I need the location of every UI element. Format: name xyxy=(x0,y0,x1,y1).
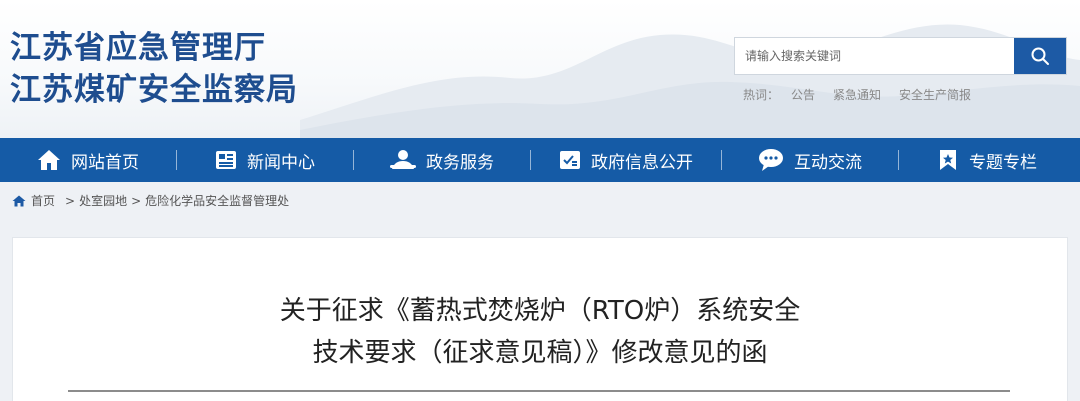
breadcrumb-separator: > xyxy=(65,193,76,208)
breadcrumb-home-link[interactable]: 首页 xyxy=(31,192,55,209)
search-bar xyxy=(734,37,1067,75)
hot-word-link[interactable]: 紧急通知 xyxy=(833,86,881,103)
hot-word-link[interactable]: 安全生产简报 xyxy=(899,86,971,103)
chat-icon xyxy=(759,149,783,171)
nav-item-interaction[interactable]: 互动交流 xyxy=(722,138,898,182)
nav-item-label: 新闻中心 xyxy=(247,152,315,173)
main-nav: 网站首页 新闻中心 政务服务 政府信息公开 互动交流 专题专栏 xyxy=(0,138,1080,182)
search-icon xyxy=(1031,47,1049,65)
info-public-icon xyxy=(560,151,580,169)
bookmark-icon xyxy=(940,150,956,170)
service-icon xyxy=(390,150,416,169)
nav-item-gov-info[interactable]: 政府信息公开 xyxy=(531,138,721,182)
nav-item-label: 互动交流 xyxy=(794,152,862,173)
nav-item-label: 网站首页 xyxy=(71,152,139,173)
search-button[interactable] xyxy=(1014,38,1066,74)
breadcrumb-section-link[interactable]: 处室园地 xyxy=(79,192,127,209)
nav-item-label: 政务服务 xyxy=(426,152,494,173)
article-title-line1: 关于征求《蓄热式焚烧炉（RTO炉）系统安全 xyxy=(279,296,801,326)
site-title-line2: 江苏煤矿安全监察局 xyxy=(10,72,298,108)
news-icon xyxy=(216,151,236,169)
nav-item-news[interactable]: 新闻中心 xyxy=(177,138,353,182)
breadcrumb: 首页 > 处室园地 > 危险化学品安全监督管理处 xyxy=(12,192,289,209)
search-input[interactable] xyxy=(735,38,1014,74)
nav-item-topics[interactable]: 专题专栏 xyxy=(899,138,1075,182)
site-title-line1: 江苏省应急管理厅 xyxy=(10,30,266,66)
hot-word-link[interactable]: 公告 xyxy=(791,86,815,103)
breadcrumb-department-link[interactable]: 危险化学品安全监督管理处 xyxy=(145,192,289,209)
site-header: 江苏省应急管理厅 江苏煤矿安全监察局 热词： 公告 紧急通知 安全生产简报 xyxy=(0,0,1080,138)
nav-item-label: 政府信息公开 xyxy=(591,152,693,173)
article-title-line2: 技术要求（征求意见稿）》修改意见的函 xyxy=(312,338,768,368)
home-icon xyxy=(38,150,60,170)
nav-item-services[interactable]: 政务服务 xyxy=(354,138,530,182)
nav-item-home[interactable]: 网站首页 xyxy=(0,138,176,182)
home-icon xyxy=(12,195,26,206)
breadcrumb-separator: > xyxy=(131,193,142,208)
nav-item-label: 专题专栏 xyxy=(969,152,1037,173)
hot-words: 热词： 公告 紧急通知 安全生产简报 xyxy=(743,86,971,103)
title-divider xyxy=(68,390,1010,392)
hot-words-label: 热词： xyxy=(743,88,780,102)
